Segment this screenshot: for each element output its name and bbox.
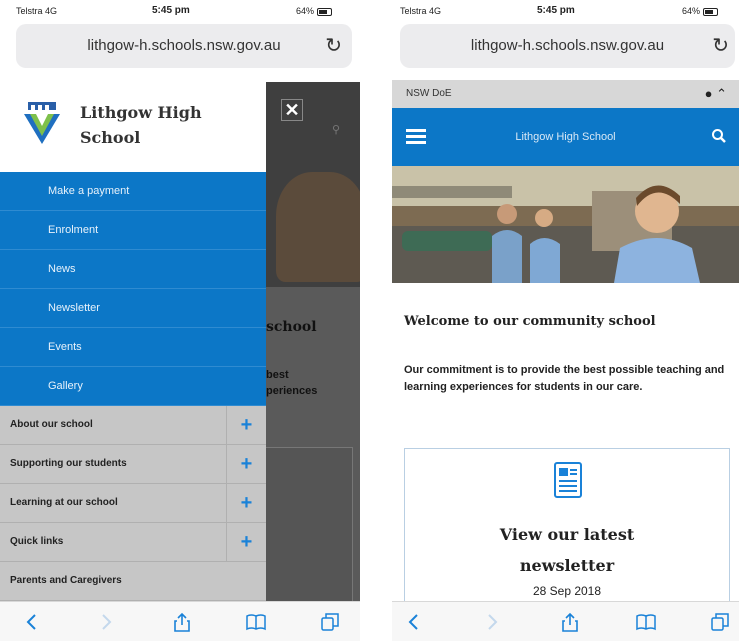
school-brand[interactable]: Lithgow High School: [0, 82, 266, 172]
back-icon[interactable]: [22, 612, 42, 632]
menu-item-gallery[interactable]: Gallery: [0, 367, 266, 406]
expand-plus-icon[interactable]: +: [226, 523, 266, 561]
newsletter-card-title: View our latest newsletter: [499, 525, 635, 575]
share-icon[interactable]: [172, 612, 192, 632]
browser-toolbar: [392, 601, 739, 641]
user-menu-icon[interactable]: ● ⌃: [705, 80, 727, 108]
site-header: Lithgow High School: [392, 108, 739, 166]
url-text: lithgow-h.schools.nsw.gov.au: [470, 37, 665, 54]
menu-item-enrolment[interactable]: Enrolment: [0, 211, 266, 250]
navigation-drawer: Lithgow High School Make a payment Enrol…: [0, 82, 266, 601]
status-time: 5:45 pm: [152, 5, 190, 16]
battery-icon: [317, 7, 333, 16]
url-text: lithgow-h.schools.nsw.gov.au: [87, 37, 281, 54]
school-name: Lithgow High School: [80, 103, 202, 147]
forward-icon[interactable]: [482, 612, 502, 632]
status-bar: Telstra 4G 5:45 pm 64%: [392, 0, 739, 20]
welcome-heading: Welcome to our community school: [404, 314, 656, 329]
share-icon[interactable]: [560, 612, 580, 632]
newsletter-icon: [554, 462, 582, 498]
menu-item-events[interactable]: Events: [0, 328, 266, 367]
tabs-icon[interactable]: [320, 612, 340, 632]
battery-indicator: 64%: [682, 6, 719, 16]
address-bar[interactable]: lithgow-h.schools.nsw.gov.au ↻: [16, 24, 352, 68]
menu-item-make-a-payment[interactable]: Make a payment: [0, 172, 266, 211]
primary-menu: Make a payment Enrolment News Newsletter…: [0, 172, 266, 406]
backdrop-search-icon: ⚲: [332, 124, 341, 136]
browser-toolbar: [0, 601, 360, 641]
backdrop-card: [266, 447, 353, 607]
status-time: 5:45 pm: [537, 5, 575, 16]
expand-plus-icon[interactable]: +: [226, 406, 266, 444]
address-bar[interactable]: lithgow-h.schools.nsw.gov.au ↻: [400, 24, 735, 68]
secondary-menu: About our school + Supporting our studen…: [0, 406, 266, 601]
battery-indicator: 64%: [296, 6, 333, 16]
menu-item-parents-and-caregivers[interactable]: Parents and Caregivers: [0, 562, 266, 601]
page-backdrop-overlay[interactable]: school best periences: [266, 82, 360, 607]
carrier-label: Telstra 4G: [16, 6, 58, 16]
newsletter-card[interactable]: View our latest newsletter 28 Sep 2018: [404, 448, 730, 613]
close-icon: ✕: [284, 100, 300, 120]
school-crest-icon: [24, 102, 60, 144]
reload-icon[interactable]: ↻: [325, 24, 342, 68]
close-menu-button[interactable]: ✕: [281, 99, 303, 121]
commitment-text: Our commitment is to provide the best po…: [404, 364, 725, 393]
expand-plus-icon[interactable]: +: [226, 445, 266, 483]
backdrop-title-fragment: school: [266, 319, 317, 335]
search-icon[interactable]: [711, 128, 727, 144]
menu-item-supporting-our-students[interactable]: Supporting our students +: [0, 445, 266, 484]
backdrop-text-fragment: best periences: [266, 369, 318, 397]
status-bar: Telstra 4G 5:45 pm 64%: [0, 0, 360, 20]
hamburger-menu-icon[interactable]: [406, 129, 426, 144]
newsletter-date: 28 Sep 2018: [532, 584, 602, 598]
carrier-label: Telstra 4G: [400, 6, 442, 16]
tabs-icon[interactable]: [710, 612, 730, 632]
menu-item-news[interactable]: News: [0, 250, 266, 289]
menu-item-about-our-school[interactable]: About our school +: [0, 406, 266, 445]
hero-photo-students: [392, 166, 739, 283]
menu-item-newsletter[interactable]: Newsletter: [0, 289, 266, 328]
nsw-doe-bar: NSW DoE ● ⌃: [392, 80, 739, 108]
forward-icon[interactable]: [96, 612, 116, 632]
reload-icon[interactable]: ↻: [712, 24, 729, 68]
header-title[interactable]: Lithgow High School: [392, 108, 739, 166]
menu-item-quick-links[interactable]: Quick links +: [0, 523, 266, 562]
battery-icon: [703, 7, 719, 16]
doe-label: NSW DoE: [406, 88, 452, 99]
menu-item-learning-at-our-school[interactable]: Learning at our school +: [0, 484, 266, 523]
expand-plus-icon[interactable]: +: [226, 484, 266, 522]
right-phone-screen: Telstra 4G 5:45 pm 64% lithgow-h.schools…: [392, 0, 739, 641]
back-icon[interactable]: [404, 612, 424, 632]
bookmarks-icon[interactable]: [636, 612, 656, 632]
bookmarks-icon[interactable]: [246, 612, 266, 632]
left-phone-screen: Telstra 4G 5:45 pm 64% lithgow-h.schools…: [0, 0, 360, 641]
